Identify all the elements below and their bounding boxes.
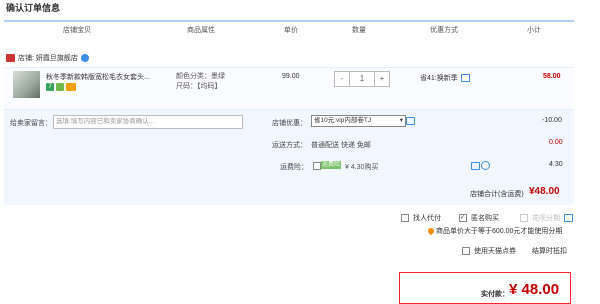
insurance-chat-icon[interactable] (471, 162, 480, 170)
insurance-amount: 4.30 (549, 161, 563, 168)
quantity-stepper: - 1 + (334, 71, 390, 87)
qty-minus-button[interactable]: - (335, 72, 349, 86)
huabei-info-icon[interactable] (564, 214, 573, 222)
product-color: 颜色分类：墨绿 (176, 73, 225, 80)
card-payment-icon (66, 83, 76, 91)
page-title: 确认订单信息 (6, 3, 61, 13)
tmall-points-checkbox[interactable] (462, 247, 470, 255)
message-label: 给卖家留言： (10, 120, 52, 127)
insurance-label: 运费险： (280, 164, 308, 171)
product-size: 尺码：【均码】 (176, 83, 222, 90)
anonymous-label: 匿名购买 (471, 215, 499, 222)
item-subtotal: 58.00 (543, 73, 561, 80)
qty-input[interactable]: 1 (349, 72, 375, 86)
pay-for-me-option[interactable]: 找人代付 (401, 213, 441, 223)
shop-icon (6, 54, 15, 62)
huabei-label: 花呗分期 (532, 215, 560, 222)
anonymous-checkbox[interactable] (459, 214, 467, 222)
anonymous-option[interactable]: 匿名购买 (459, 213, 499, 223)
promo-text: 省41:换新季 (420, 75, 458, 82)
pay-for-me-checkbox[interactable] (401, 214, 409, 222)
wangwang-chat-icon[interactable] (80, 54, 89, 62)
points-note: 结算时抵扣 (532, 248, 567, 255)
header-divider (4, 20, 574, 22)
product-badges: 7 (46, 83, 76, 91)
payment-amount: ¥ 48.00 (509, 281, 560, 298)
unit-price: 99.00 (282, 73, 300, 80)
qty-plus-button[interactable]: + (375, 72, 389, 86)
shop-name[interactable]: 店铺: 妍霞旦旗舰店 (18, 53, 78, 63)
seven-day-return-icon: 7 (46, 83, 54, 91)
discount-info-icon[interactable] (406, 117, 415, 125)
shipping-label: 运送方式： (272, 142, 307, 149)
col-header-promo: 优惠方式 (430, 27, 458, 34)
col-header-price: 单价 (284, 27, 298, 34)
promo-info-icon[interactable] (460, 74, 470, 82)
huabei-option: 花呗分期 (520, 213, 573, 223)
store-discount-select[interactable]: 省10元:vip内部卷TJ (311, 115, 406, 127)
tmall-points-label: 使用天猫点券 (474, 248, 516, 255)
huabei-checkbox (520, 214, 528, 222)
guarantee-icon (56, 83, 64, 91)
col-header-item: 店铺宝贝 (63, 27, 91, 34)
col-header-props: 商品属性 (187, 27, 215, 34)
discount-amount: -10.00 (542, 117, 562, 124)
shipping-method: 普通配送 快递 免邮 (311, 142, 371, 149)
payment-label: 实付款： (481, 291, 509, 298)
insurance-checkbox[interactable] (313, 162, 321, 170)
store-total-label: 店铺合计(含运费) (470, 191, 524, 198)
insurance-price: ¥ 4.30购买 (345, 164, 379, 171)
product-props: 颜色分类：墨绿 尺码：【均码】 (176, 72, 225, 92)
insurance-help-icon[interactable] (481, 161, 490, 170)
product-title[interactable]: 秋冬季新款韩版宽松毛衣女套头... (46, 72, 156, 82)
shop-row: 店铺: 妍霞旦旗舰店 (6, 53, 89, 63)
promo-method: 省41:换新季 (420, 73, 470, 83)
insurance-tag: 运费险 (321, 161, 341, 169)
shipping-amount: 0.00 (549, 139, 563, 146)
seller-message-input[interactable]: 选填:填写内容已和卖家协商确认... (53, 115, 243, 129)
product-thumbnail[interactable] (13, 71, 40, 98)
store-total: ¥48.00 (529, 186, 560, 197)
pay-for-me-label: 找人代付 (413, 215, 441, 222)
col-header-subtotal: 小计 (527, 27, 541, 34)
tmall-points-option[interactable]: 使用天猫点券 (462, 246, 516, 256)
col-header-qty: 数量 (352, 27, 366, 34)
installment-notice: 商品单价大于等于600.00元才能使用分期 (426, 226, 563, 236)
discount-label: 店铺优惠： (272, 120, 307, 127)
installment-notice-text: 商品单价大于等于600.00元才能使用分期 (436, 228, 563, 235)
location-pin-icon (426, 226, 436, 236)
